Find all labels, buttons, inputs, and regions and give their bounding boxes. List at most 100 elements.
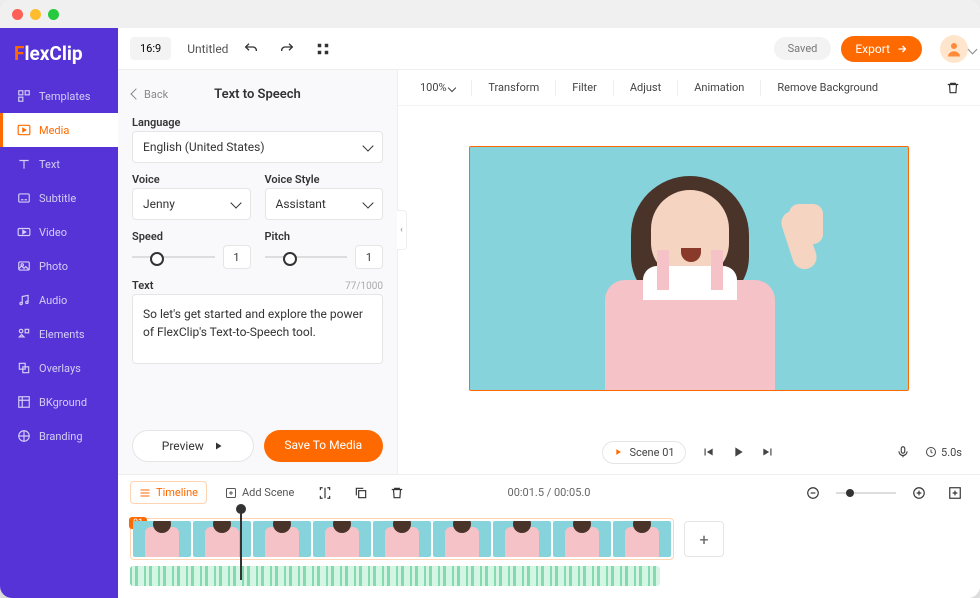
- timeline-track[interactable]: 01 +: [118, 510, 980, 598]
- clip-thumb[interactable]: [553, 521, 611, 557]
- sidebar-label: Video: [39, 226, 67, 239]
- speed-label: Speed: [132, 230, 251, 243]
- split-button[interactable]: [312, 480, 338, 506]
- pitch-value[interactable]: 1: [355, 245, 383, 269]
- redo-button[interactable]: [274, 36, 300, 62]
- add-clip-button[interactable]: +: [684, 521, 724, 557]
- collapse-panel-button[interactable]: ‹: [397, 210, 407, 250]
- chevron-down-icon: [230, 197, 241, 208]
- preview-button[interactable]: Preview: [132, 430, 254, 462]
- next-button[interactable]: [760, 444, 776, 460]
- close-dot[interactable]: [12, 9, 23, 20]
- video-content: [559, 170, 819, 390]
- sidebar-item-text[interactable]: Text: [0, 147, 118, 181]
- timeline-toolbar: Timeline Add Scene 00:01.5 / 00:05.0: [118, 474, 980, 510]
- undo-button[interactable]: [238, 36, 264, 62]
- duplicate-button[interactable]: [348, 480, 374, 506]
- sidebar-item-subtitle[interactable]: Subtitle: [0, 181, 118, 215]
- sidebar: FlexClip Templates Media Text Subtitle V…: [0, 28, 118, 598]
- sidebar-item-overlays[interactable]: Overlays: [0, 351, 118, 385]
- add-scene-button[interactable]: Add Scene: [217, 482, 302, 503]
- scene-chip[interactable]: Scene 01: [602, 441, 685, 464]
- minimize-dot[interactable]: [30, 9, 41, 20]
- aspect-ratio-button[interactable]: 16:9: [130, 37, 171, 60]
- filter-button[interactable]: Filter: [564, 81, 605, 94]
- clip-thumb[interactable]: [613, 521, 671, 557]
- voice-label: Voice: [132, 173, 251, 186]
- transform-button[interactable]: Transform: [480, 81, 547, 94]
- sidebar-item-video[interactable]: Video: [0, 215, 118, 249]
- clip-thumb[interactable]: [313, 521, 371, 557]
- delete-button[interactable]: [940, 75, 966, 101]
- chevron-down-icon: [362, 197, 373, 208]
- speed-value[interactable]: 1: [223, 245, 251, 269]
- pitch-slider[interactable]: [265, 256, 348, 258]
- text-input[interactable]: So let's get started and explore the pow…: [132, 294, 383, 364]
- video-clips[interactable]: 01: [130, 518, 674, 560]
- fit-button[interactable]: [942, 480, 968, 506]
- sidebar-item-media[interactable]: Media: [0, 113, 118, 147]
- sidebar-item-templates[interactable]: Templates: [0, 79, 118, 113]
- clip-thumb[interactable]: [133, 521, 191, 557]
- sidebar-item-audio[interactable]: Audio: [0, 283, 118, 317]
- zoom-out-button[interactable]: [800, 480, 826, 506]
- voice-style-select[interactable]: Assistant: [265, 188, 384, 220]
- video-frame[interactable]: [469, 146, 909, 391]
- text-icon: [17, 157, 31, 171]
- sidebar-item-photo[interactable]: Photo: [0, 249, 118, 283]
- voice-select[interactable]: Jenny: [132, 188, 251, 220]
- window-titlebar: [0, 0, 980, 28]
- user-avatar[interactable]: [940, 35, 968, 63]
- animation-button[interactable]: Animation: [686, 81, 752, 94]
- remove-bg-button[interactable]: Remove Background: [769, 81, 886, 94]
- adjust-button[interactable]: Adjust: [622, 81, 669, 94]
- prev-button[interactable]: [700, 444, 716, 460]
- chevron-down-icon: [362, 140, 373, 151]
- zoom-select[interactable]: 100%: [412, 81, 463, 94]
- export-button[interactable]: Export: [841, 36, 922, 62]
- topbar: 16:9 Untitled Saved Export: [118, 28, 980, 70]
- sidebar-label: Photo: [39, 260, 68, 273]
- mic-icon[interactable]: [895, 444, 911, 460]
- photo-icon: [17, 259, 31, 273]
- playback-controls: Scene 01 5.0s: [398, 430, 980, 474]
- timeline-tab[interactable]: Timeline: [130, 481, 207, 504]
- audio-track[interactable]: [130, 566, 660, 586]
- zoom-in-button[interactable]: [906, 480, 932, 506]
- sidebar-item-background[interactable]: BKground: [0, 385, 118, 419]
- timeline-time: 00:01.5 / 00:05.0: [508, 486, 591, 499]
- text-counter: 77/1000: [345, 281, 383, 292]
- speed-slider[interactable]: [132, 256, 215, 258]
- save-status: Saved: [774, 37, 832, 60]
- canvas-stage[interactable]: [398, 106, 980, 430]
- subtitle-icon: [17, 191, 31, 205]
- panel-title: Text to Speech: [132, 87, 383, 102]
- sidebar-label: Branding: [39, 430, 83, 443]
- sidebar-item-elements[interactable]: Elements: [0, 317, 118, 351]
- play-button[interactable]: [730, 444, 746, 460]
- save-to-media-button[interactable]: Save To Media: [264, 430, 384, 462]
- maximize-dot[interactable]: [48, 9, 59, 20]
- zoom-slider[interactable]: [836, 492, 896, 494]
- branding-icon: [17, 429, 31, 443]
- clip-thumb[interactable]: [493, 521, 551, 557]
- playhead[interactable]: [240, 510, 242, 580]
- language-select[interactable]: English (United States): [132, 131, 383, 163]
- fullscreen-button[interactable]: [310, 36, 336, 62]
- clip-thumb[interactable]: [433, 521, 491, 557]
- canvas-area: ‹ 100% Transform Filter Adjust Animation…: [398, 70, 980, 474]
- background-icon: [17, 395, 31, 409]
- clip-thumb[interactable]: [253, 521, 311, 557]
- sidebar-label: Media: [39, 124, 69, 137]
- sidebar-label: Overlays: [39, 362, 81, 375]
- delete-clip-button[interactable]: [384, 480, 410, 506]
- audio-icon: [17, 293, 31, 307]
- sidebar-label: Audio: [39, 294, 67, 307]
- canvas-toolbar: 100% Transform Filter Adjust Animation R…: [398, 70, 980, 106]
- language-label: Language: [132, 116, 383, 129]
- clip-thumb[interactable]: [193, 521, 251, 557]
- clip-thumb[interactable]: [373, 521, 431, 557]
- project-title[interactable]: Untitled: [187, 42, 228, 56]
- sidebar-item-branding[interactable]: Branding: [0, 419, 118, 453]
- media-icon: [17, 123, 31, 137]
